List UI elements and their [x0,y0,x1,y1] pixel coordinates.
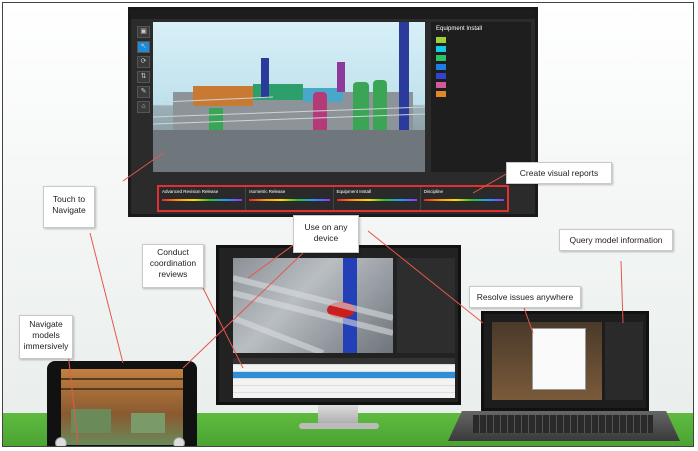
screenshot-frame: ▣ ↖ ⟳ ⇅ ✎ ⌂ Equipment Install Advanced R… [2,2,694,447]
callout-text: Touch to Navigate [52,194,86,215]
callout-coordination-reviews: Conduct coordination reviews [142,244,204,288]
callout-text: Query model information [569,235,663,245]
callout-create-visual-reports: Create visual reports [506,162,612,184]
callout-text: Navigate models immersively [23,319,69,351]
callout-text: Create visual reports [519,168,599,178]
callout-text: Resolve issues anywhere [476,292,574,302]
callout-use-any-device: Use on any device [293,215,359,253]
callout-resolve-issues: Resolve issues anywhere [469,286,581,308]
callout-text: Conduct coordination reviews [149,247,197,279]
callout-touch-navigate: Touch to Navigate [43,186,95,228]
callout-navigate-immersively: Navigate models immersively [19,315,73,359]
callout-text: Use on any device [304,222,348,243]
callout-query-model: Query model information [559,229,673,251]
